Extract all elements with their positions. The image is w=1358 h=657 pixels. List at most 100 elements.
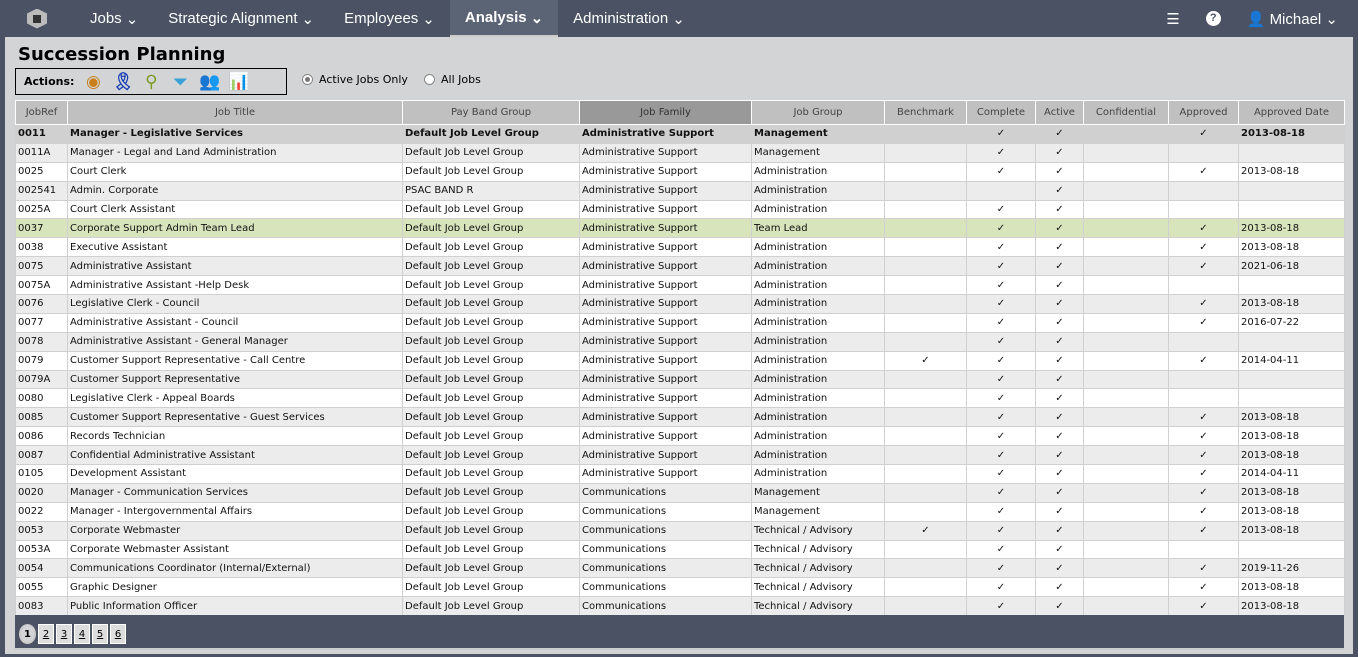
table-row[interactable]: 0055 Graphic Designer Default Job Level Gr…	[15, 577, 1345, 598]
cell-approved	[1168, 369, 1239, 390]
cell-job-title: Manager - Legislative Services	[67, 124, 403, 144]
page-6-button[interactable]: 6	[110, 624, 126, 644]
table-row[interactable]: 0076 Legislative Clerk - Council Default J…	[15, 294, 1345, 314]
people-group-icon[interactable]: 👥	[199, 72, 220, 92]
all-jobs-radio[interactable]: All Jobs	[424, 73, 481, 86]
table-row[interactable]: 0086 Records Technician Default Job Level …	[15, 426, 1345, 447]
nav-employees[interactable]: Employees ⌄	[329, 0, 450, 37]
table-row[interactable]: 0025A Court Clerk Assistant Default Job Le…	[15, 199, 1345, 220]
magnifier-icon[interactable]: ⚲	[141, 72, 161, 92]
cell-jobref: 0055	[15, 577, 68, 598]
cell-approved: ✓	[1168, 161, 1239, 182]
nav-strategic-alignment[interactable]: Strategic Alignment ⌄	[153, 0, 329, 37]
table-row[interactable]: 0011 Manager - Legislative Services Defaul…	[15, 124, 1345, 144]
table-row[interactable]: 0037 Corporate Support Admin Team Lead Def…	[15, 218, 1345, 239]
nav-jobs[interactable]: Jobs ⌄	[75, 0, 153, 37]
cell-pay-band-group: Default Job Level Group	[402, 558, 580, 579]
cell-approved-date	[1238, 331, 1345, 352]
cell-job-family: Administrative Support	[579, 237, 752, 258]
cell-job-group: Administration	[751, 180, 885, 201]
cell-approved: ✓	[1168, 218, 1239, 239]
cell-active: ✓	[1035, 180, 1084, 201]
cell-approved: ✓	[1168, 426, 1239, 447]
table-row[interactable]: 0011A Manager - Legal and Land Administra…	[15, 142, 1345, 163]
table-row[interactable]: 0022 Manager - Intergovernmental Affairs D…	[15, 501, 1345, 522]
page-1-button[interactable]: 1	[19, 624, 36, 644]
cell-confidential	[1083, 482, 1169, 503]
table-row[interactable]: 0054 Communications Coordinator (Internal…	[15, 558, 1345, 579]
cell-job-family: Communications	[579, 520, 752, 541]
cell-pay-band-group: Default Job Level Group	[402, 520, 580, 541]
page-2-button[interactable]: 2	[38, 624, 54, 644]
help-icon[interactable]: ?	[1205, 11, 1221, 26]
cell-benchmark	[884, 275, 967, 296]
cell-job-title: Admin. Corporate	[67, 180, 403, 201]
cell-jobref: 0020	[15, 482, 68, 503]
table-row[interactable]: 0020 Manager - Communication Services Defa…	[15, 482, 1345, 503]
table-row[interactable]: 0053A Corporate Webmaster Assistant Defaul…	[15, 539, 1345, 560]
table-row[interactable]: 0079A Customer Support Representative Defa…	[15, 369, 1345, 390]
award-ribbon-icon[interactable]: 🎗	[112, 72, 134, 92]
report-chart-icon[interactable]: 📊	[228, 72, 249, 92]
cell-confidential	[1083, 464, 1169, 484]
page-5-button[interactable]: 5	[92, 624, 108, 644]
table-row[interactable]: 0079 Customer Support Representative - Ca…	[15, 350, 1345, 371]
user-menu[interactable]: 👤 Michael ⌄	[1247, 10, 1338, 28]
table-row[interactable]: 002541 Admin. Corporate PSAC BAND R Adminis…	[15, 180, 1345, 201]
table-row[interactable]: 0053 Corporate Webmaster Default Job Level…	[15, 520, 1345, 541]
column-header-benchmark[interactable]: Benchmark	[884, 100, 967, 125]
column-header-approved[interactable]: Approved	[1168, 100, 1239, 125]
table-row[interactable]: 0077 Administrative Assistant - Council De…	[15, 312, 1345, 333]
cell-job-family: Administrative Support	[579, 464, 752, 484]
nav-administration[interactable]: Administration ⌄	[558, 0, 700, 37]
nav-analysis[interactable]: Analysis ⌄	[449, 0, 559, 37]
cell-approved-date	[1238, 369, 1345, 390]
column-header-confidential[interactable]: Confidential	[1083, 100, 1169, 125]
chevron-down-icon: ⌄	[301, 10, 315, 28]
settings-sliders-icon[interactable]: ☰	[1166, 10, 1179, 28]
column-header-job-title[interactable]: Job Title	[67, 100, 403, 125]
cell-job-family: Administrative Support	[579, 350, 752, 371]
filter-funnel-icon[interactable]: ⏷	[170, 72, 190, 92]
app-logo-icon[interactable]	[27, 8, 47, 29]
table-row[interactable]: 0083 Public Information Officer Default Jo…	[15, 596, 1345, 617]
cell-job-group: Administration	[751, 199, 885, 220]
radio-button[interactable]	[302, 74, 313, 85]
table-row[interactable]: 0075A Administrative Assistant -Help Desk…	[15, 275, 1345, 296]
cell-pay-band-group: Default Job Level Group	[402, 501, 580, 522]
page-3-button[interactable]: 3	[56, 624, 72, 644]
table-row[interactable]: 0105 Development Assistant Default Job Lev…	[15, 464, 1345, 484]
cell-approved	[1168, 331, 1239, 352]
cell-confidential	[1083, 124, 1169, 144]
cell-complete: ✓	[966, 407, 1036, 428]
radio-button[interactable]	[424, 74, 435, 85]
column-header-complete[interactable]: Complete	[966, 100, 1036, 125]
column-header-active[interactable]: Active	[1035, 100, 1084, 125]
table-row[interactable]: 0078 Administrative Assistant - General M…	[15, 331, 1345, 352]
table-row[interactable]: 0080 Legislative Clerk - Appeal Boards Def…	[15, 388, 1345, 409]
page-4-button[interactable]: 4	[74, 624, 90, 644]
cell-confidential	[1083, 142, 1169, 163]
cell-job-family: Communications	[579, 558, 752, 579]
cell-job-family: Administrative Support	[579, 142, 752, 163]
table-row[interactable]: 0085 Customer Support Representative - Gu…	[15, 407, 1345, 428]
cell-approved: ✓	[1168, 256, 1239, 277]
active-jobs-radio[interactable]: Active Jobs Only	[302, 73, 408, 86]
column-header-job-group[interactable]: Job Group	[751, 100, 885, 125]
view-eye-icon[interactable]: ◉	[83, 72, 103, 92]
cell-jobref: 0025	[15, 161, 68, 182]
cell-job-title: Administrative Assistant -Help Desk	[67, 275, 403, 296]
column-header-approved-date[interactable]: Approved Date	[1238, 100, 1345, 125]
table-row[interactable]: 0087 Confidential Administrative Assistan…	[15, 445, 1345, 466]
column-header-job-family[interactable]: Job Family	[579, 100, 752, 125]
table-row[interactable]: 0038 Executive Assistant Default Job Level…	[15, 237, 1345, 258]
column-header-jobref[interactable]: JobRef	[15, 100, 68, 125]
cell-jobref: 0053A	[15, 539, 68, 560]
table-row[interactable]: 0075 Administrative Assistant Default Job …	[15, 256, 1345, 277]
cell-pay-band-group: Default Job Level Group	[402, 445, 580, 466]
cell-approved-date: 2013-08-18	[1238, 596, 1345, 617]
column-header-pay-band-group[interactable]: Pay Band Group	[402, 100, 580, 125]
cell-confidential	[1083, 426, 1169, 447]
cell-job-family: Administrative Support	[579, 124, 752, 144]
table-row[interactable]: 0025 Court Clerk Default Job Level Group Ad…	[15, 161, 1345, 182]
